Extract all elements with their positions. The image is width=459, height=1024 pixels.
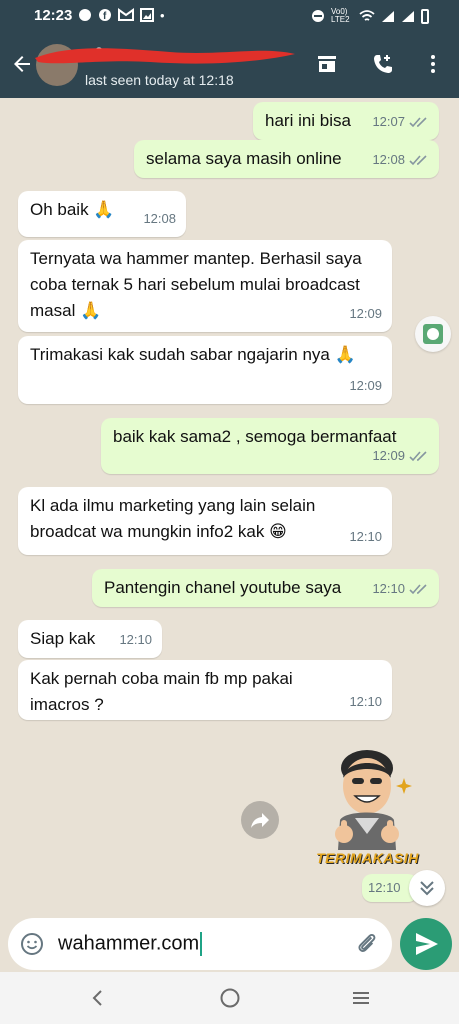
sticker-caption: TERIMAKASIH: [316, 850, 419, 866]
sticker-time: 12:10: [368, 880, 401, 895]
message-meta: 12:10: [349, 689, 382, 715]
message-time: 12:09: [349, 306, 382, 321]
chevron-double-down-icon: [420, 881, 434, 896]
send-button[interactable]: [400, 918, 452, 970]
double-check-icon: [409, 584, 427, 595]
nav-recents-icon[interactable]: [349, 986, 373, 1010]
message-meta: 12:08: [372, 147, 429, 173]
message-incoming[interactable]: Siap kak 12:10: [18, 620, 162, 658]
last-seen-status: last seen today at 12:18: [85, 72, 234, 88]
status-bar: 12:23 f • Vo0) LTE2: [0, 0, 459, 32]
message-meta: 12:10: [119, 627, 152, 653]
nav-home-icon[interactable]: [218, 986, 242, 1010]
share-shortcut-button[interactable]: [415, 316, 451, 352]
message-time: 12:08: [143, 211, 176, 226]
message-outgoing[interactable]: selama saya masih online 12:08: [134, 140, 439, 178]
message-time: 12:10: [349, 529, 382, 544]
message-meta: 12:09: [349, 373, 382, 399]
text-caret: [200, 932, 203, 956]
double-check-icon: [409, 117, 427, 128]
chat-icon: [79, 9, 91, 21]
message-meta: 12:09: [349, 301, 382, 327]
system-nav-bar: [0, 972, 459, 1024]
signal-icon: [382, 10, 394, 22]
message-incoming[interactable]: Ternyata wa hammer mantep. Berhasil saya…: [18, 240, 392, 332]
network-label: Vo0) LTE2: [331, 7, 350, 24]
message-meta: 12:09: [372, 443, 429, 469]
message-incoming[interactable]: Oh baik 🙏 12:08: [18, 191, 186, 237]
message-time: 12:08: [372, 152, 405, 167]
message-time: 12:09: [372, 448, 405, 463]
scroll-to-bottom-button[interactable]: [409, 870, 445, 906]
message-text: Ternyata wa hammer mantep. Berhasil saya…: [30, 249, 362, 320]
gallery-icon: [140, 8, 154, 22]
chat-header: +6 last seen today at 12:18: [0, 32, 459, 98]
double-check-icon: [409, 155, 427, 166]
status-dot: •: [160, 8, 165, 23]
attach-icon[interactable]: [354, 931, 380, 957]
message-outgoing[interactable]: baik kak sama2 , semoga bermanfaat 12:09: [101, 418, 439, 474]
forward-icon[interactable]: [241, 801, 279, 839]
message-input-text: wahammer.com: [58, 932, 200, 955]
system-icons: Vo0) LTE2: [311, 8, 429, 24]
notification-icons: f •: [78, 8, 165, 23]
message-meta: 12:10: [372, 576, 429, 602]
message-input[interactable]: wahammer.com: [8, 918, 392, 970]
chat-area[interactable]: hari ini bisa 12:07 selama saya masih on…: [0, 98, 459, 916]
facebook-icon: f: [99, 9, 111, 22]
gmail-icon: [118, 8, 134, 21]
message-incoming[interactable]: Kl ada ilmu marketing yang lain selain b…: [18, 487, 392, 555]
message-time: 12:10: [349, 694, 382, 709]
message-time: 12:07: [372, 114, 405, 129]
battery-icon: [421, 8, 429, 24]
message-meta: 12:08: [143, 206, 176, 232]
message-time: 12:10: [372, 581, 405, 596]
wifi-icon: [359, 9, 375, 21]
send-icon: [416, 933, 438, 955]
emoji-icon[interactable]: [20, 932, 44, 956]
message-incoming[interactable]: Kak pernah coba main fb mp pakai imacros…: [18, 660, 392, 720]
message-input-value: wahammer.com: [58, 932, 203, 956]
message-text: Trimakasi kak sudah sabar ngajarin nya 🙏: [30, 345, 356, 364]
nav-back-icon[interactable]: [86, 986, 110, 1010]
more-options-icon[interactable]: [421, 52, 445, 76]
message-text: Kak pernah coba main fb mp pakai imacros…: [30, 669, 293, 714]
message-meta: 12:07: [372, 109, 429, 135]
redaction-scribble: [35, 48, 295, 64]
double-check-icon: [409, 451, 427, 462]
message-text: Kl ada ilmu marketing yang lain selain b…: [30, 496, 316, 541]
message-time: 12:10: [119, 632, 152, 647]
message-time: 12:09: [349, 378, 382, 393]
message-outgoing[interactable]: Pantengin chanel youtube saya 12:10: [92, 569, 439, 607]
message-outgoing[interactable]: hari ini bisa 12:07: [253, 102, 439, 140]
status-time: 12:23: [34, 7, 73, 24]
shop-icon[interactable]: [315, 52, 339, 76]
signal-icon-2: [402, 10, 414, 22]
message-meta: 12:10: [349, 524, 382, 550]
share-shortcut-icon: [423, 324, 443, 344]
add-call-icon[interactable]: [371, 52, 395, 76]
message-incoming[interactable]: Trimakasi kak sudah sabar ngajarin nya 🙏…: [18, 336, 392, 404]
composer-bar: wahammer.com: [0, 916, 459, 972]
dnd-icon: [312, 10, 324, 22]
